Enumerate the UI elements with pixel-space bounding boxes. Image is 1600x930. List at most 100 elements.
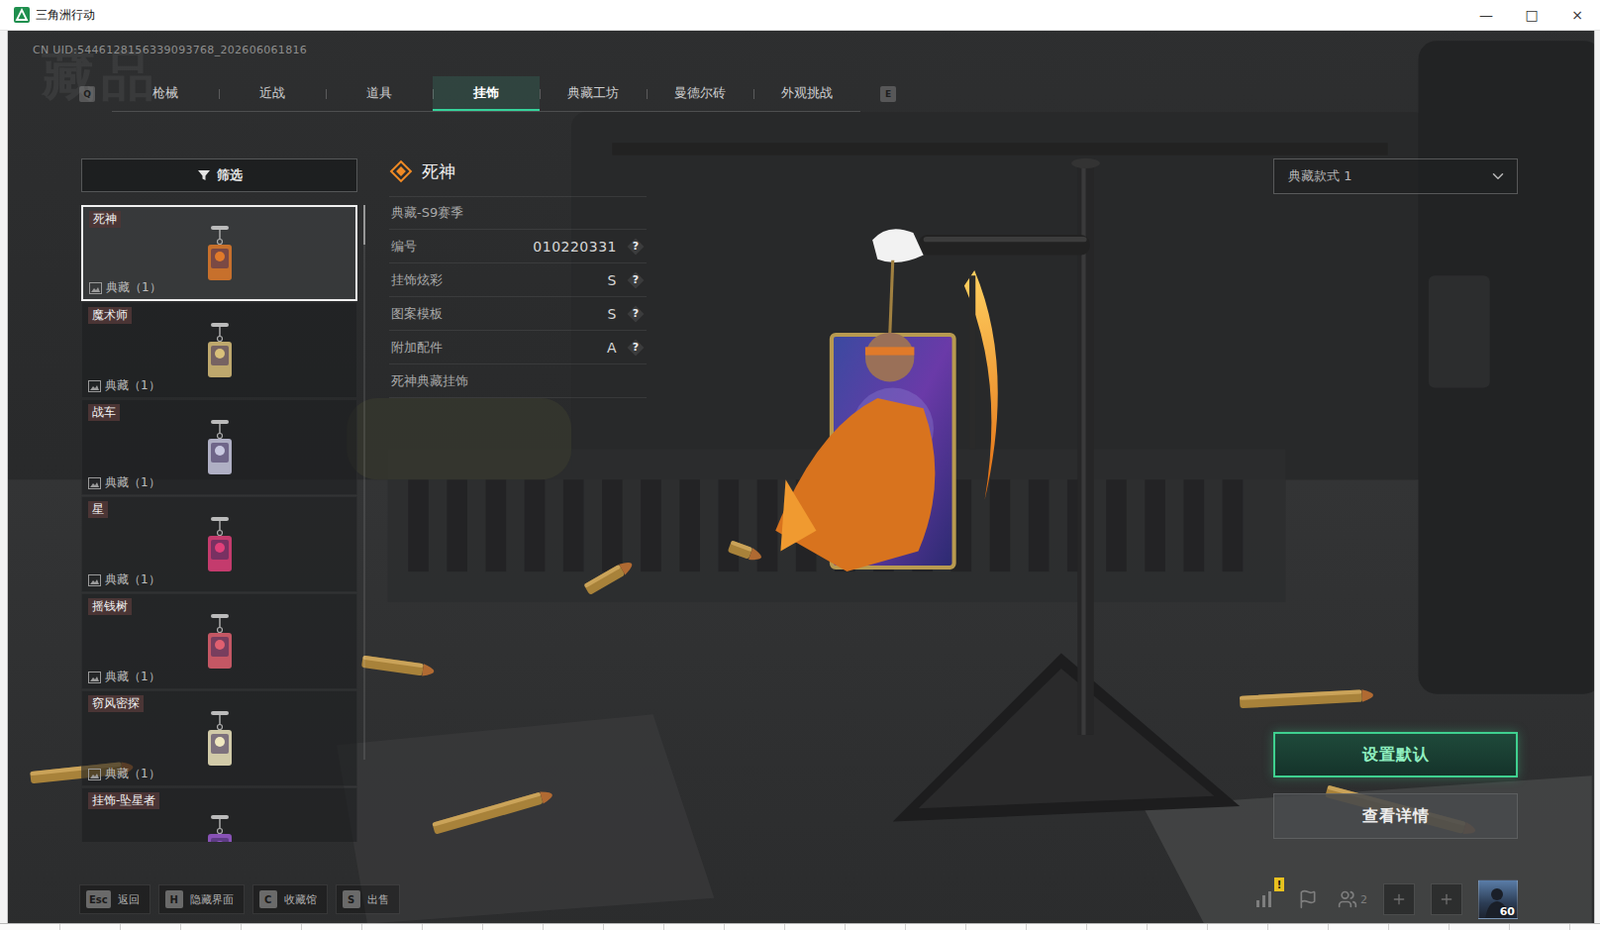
- window-title: 三角洲行动: [35, 6, 96, 24]
- tab[interactable]: 挂饰: [432, 76, 540, 111]
- charm-name-tag: 星: [88, 500, 108, 518]
- tab-bar: Q 枪械近战道具挂饰典藏工坊曼德尔砖外观挑战 E: [79, 76, 1595, 112]
- stats-button[interactable]: !: [1250, 885, 1279, 913]
- stat-value: S: [607, 272, 617, 289]
- charm-thumbnail-area: [88, 711, 351, 767]
- stat-row: 图案模板S?: [389, 297, 647, 331]
- season-row: 典藏-S9赛季: [389, 196, 647, 230]
- charm-list: 死神典藏（1）魔术师典藏（1）战车典藏（1）星典藏（1）摇钱树典藏（1）窃风密探…: [81, 204, 358, 842]
- list-scrollbar[interactable]: [363, 204, 366, 760]
- charm-thumbnail: [197, 223, 243, 286]
- charm-name-tag: 死神: [89, 210, 121, 228]
- charm-name-tag: 挂饰-坠星者: [88, 792, 160, 809]
- stat-row: 挂饰炫彩S?: [389, 263, 647, 298]
- charm-count: 典藏（1）: [88, 669, 351, 685]
- charm-item[interactable]: 摇钱树典藏（1）: [81, 593, 358, 690]
- tab[interactable]: 枪械: [111, 76, 219, 111]
- charm-item[interactable]: 死神典藏（1）: [81, 204, 358, 301]
- hotkey-button[interactable]: Esc返回: [79, 884, 151, 914]
- tab[interactable]: 近战: [218, 76, 326, 111]
- charm-thumbnail: [197, 417, 243, 480]
- image-icon: [88, 671, 101, 684]
- charm-thumbnail: [197, 514, 243, 577]
- window-control-button[interactable]: □: [1508, 0, 1555, 30]
- image-icon: [88, 574, 101, 587]
- party-button[interactable]: 2: [1337, 885, 1368, 913]
- filter-icon: [197, 168, 211, 183]
- key-chip: C: [259, 890, 278, 908]
- charm-thumbnail-area: [89, 227, 350, 281]
- action-button[interactable]: 查看详情: [1273, 793, 1518, 839]
- stat-value: A: [606, 339, 617, 356]
- stat-row: 编号010220331?: [389, 229, 647, 264]
- bottom-bar: Esc返回H隐藏界面C收藏馆S出售! 2 60: [7, 879, 1595, 923]
- charm-name-tag: 摇钱树: [88, 598, 132, 615]
- charm-thumbnail-area: [88, 420, 351, 476]
- charm-name-tag: 窃风密探: [88, 695, 144, 712]
- player-avatar[interactable]: 60: [1478, 879, 1518, 919]
- window-body: 藏品CN UID:5446128156339093768_20260606181…: [0, 30, 1600, 923]
- tabs: 枪械近战道具挂饰典藏工坊曼德尔砖外观挑战: [111, 76, 861, 112]
- charm-thumbnail-area: [88, 614, 351, 670]
- hotkey-button[interactable]: H隐藏界面: [158, 884, 245, 914]
- stat-row: 附加配件A?: [389, 330, 647, 365]
- tab[interactable]: 典藏工坊: [539, 76, 647, 111]
- collection-page: CN UID:5446128156339093768_202606061816Q…: [7, 30, 1595, 923]
- tab[interactable]: 外观挑战: [753, 76, 861, 111]
- charm-list-panel: 筛选死神典藏（1）魔术师典藏（1）战车典藏（1）星典藏（1）摇钱树典藏（1）窃风…: [81, 158, 358, 842]
- charm-thumbnail-area: [88, 808, 351, 842]
- charm-thumbnail: [197, 708, 243, 771]
- help-button[interactable]: ?: [626, 237, 645, 256]
- image-icon: [88, 477, 101, 490]
- tab[interactable]: 道具: [325, 76, 433, 111]
- help-button[interactable]: ?: [626, 304, 645, 323]
- help-button[interactable]: ?: [626, 338, 645, 357]
- window-right-edge: [1594, 30, 1600, 923]
- hotkey-button[interactable]: S出售: [335, 884, 400, 914]
- charm-thumbnail-area: [88, 517, 351, 573]
- action-buttons: 设置默认查看详情: [1273, 731, 1518, 839]
- hotkey-button[interactable]: C收藏馆: [252, 884, 328, 914]
- action-button[interactable]: 设置默认: [1273, 731, 1518, 778]
- style-dropdown[interactable]: 典藏款式 1: [1273, 158, 1518, 195]
- stats-chart-icon: [1254, 889, 1275, 909]
- window-control-button[interactable]: ×: [1554, 0, 1600, 30]
- charm-thumbnail-area: [88, 323, 351, 379]
- title-bar: 三角洲行动 —□×: [0, 0, 1600, 31]
- charm-count: 典藏（1）: [88, 475, 351, 491]
- charm-item[interactable]: 战车典藏（1）: [81, 399, 358, 496]
- charm-item[interactable]: 星典藏（1）: [81, 496, 358, 593]
- invite-slot[interactable]: [1430, 883, 1463, 915]
- filter-button[interactable]: 筛选: [81, 158, 358, 193]
- next-tab-key[interactable]: E: [880, 86, 897, 102]
- charm-count: 典藏（1）: [88, 766, 351, 782]
- charm-name-tag: 战车: [88, 403, 120, 421]
- charm-count: 典藏（1）: [88, 572, 351, 588]
- scrollbar-thumb[interactable]: [363, 204, 366, 245]
- charm-count: 典藏（1）: [89, 280, 350, 296]
- player-level: 60: [1500, 904, 1515, 918]
- app-logo-icon: [13, 6, 30, 23]
- mission-button[interactable]: [1294, 885, 1322, 913]
- help-button[interactable]: ?: [626, 271, 645, 290]
- charm-item[interactable]: 魔术师典藏（1）: [81, 301, 358, 399]
- charm-count: 典藏（1）: [88, 378, 351, 394]
- window-controls: —□×: [1463, 0, 1600, 30]
- image-icon: [89, 282, 102, 295]
- invite-slot[interactable]: [1383, 883, 1415, 915]
- image-icon: [88, 768, 101, 781]
- status-tray: ! 2 60: [1250, 879, 1518, 919]
- charm-item[interactable]: 窃风密探典藏（1）: [81, 690, 358, 787]
- chevron-down-icon: [1489, 167, 1507, 186]
- action-column: 典藏款式 1 设置默认查看详情: [1273, 158, 1518, 842]
- stat-value: 010220331: [532, 238, 617, 255]
- charm-thumbnail: [197, 611, 243, 674]
- charm-item[interactable]: 挂饰-坠星者: [81, 787, 358, 842]
- key-chip: Esc: [86, 890, 111, 908]
- rarity-diamond-icon: [389, 159, 413, 184]
- charm-thumbnail: [197, 812, 243, 842]
- background-window-edge: [0, 30, 8, 923]
- tab[interactable]: 曼德尔砖: [646, 76, 754, 111]
- window-control-button[interactable]: —: [1463, 0, 1509, 30]
- prev-tab-key[interactable]: Q: [79, 86, 96, 102]
